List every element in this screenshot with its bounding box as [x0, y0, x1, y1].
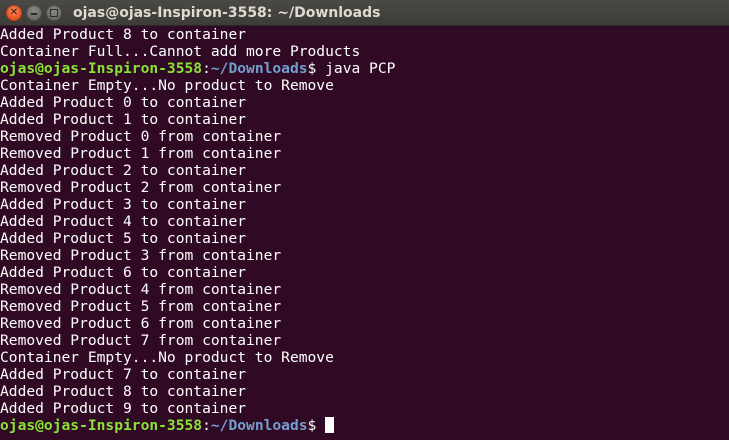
terminal-window: ✕ ojas@ojas-Inspiron-3558: ~/Downloads A…	[0, 0, 729, 440]
output-line: Removed Product 7 from container	[0, 332, 282, 349]
window-title: ojas@ojas-Inspiron-3558: ~/Downloads	[73, 5, 381, 21]
output-line: Added Product 8 to container	[0, 26, 247, 43]
output-line: Removed Product 3 from container	[0, 247, 282, 264]
output-line: Container Full...Cannot add more Product…	[0, 43, 361, 60]
prompt-user-host: ojas@ojas-Inspiron-3558	[0, 417, 203, 434]
output-line: Removed Product 6 from container	[0, 315, 282, 332]
output-line: Added Product 3 to container	[0, 196, 247, 213]
minimize-button[interactable]	[26, 5, 42, 21]
output-line: Added Product 5 to container	[0, 230, 247, 247]
terminal-output[interactable]: Added Product 8 to container Container Fu…	[0, 26, 729, 440]
title-bar[interactable]: ✕ ojas@ojas-Inspiron-3558: ~/Downloads	[0, 0, 729, 26]
maximize-button[interactable]	[46, 5, 62, 21]
output-line: Added Product 8 to container	[0, 383, 247, 400]
prompt-path: ~/Downloads	[210, 417, 308, 434]
output-line: Removed Product 2 from container	[0, 179, 282, 196]
text-cursor	[325, 417, 335, 433]
output-line: Added Product 7 to container	[0, 366, 247, 383]
output-line: Added Product 1 to container	[0, 111, 247, 128]
prompt-path: ~/Downloads	[210, 60, 308, 77]
prompt-user-host: ojas@ojas-Inspiron-3558	[0, 60, 203, 77]
close-icon: ✕	[9, 7, 19, 18]
close-button[interactable]: ✕	[6, 5, 22, 21]
prompt-separator: :	[202, 417, 211, 434]
command-text	[316, 417, 325, 434]
command-text: java PCP	[316, 60, 396, 77]
output-line: Container Empty...No product to Remove	[0, 77, 334, 94]
output-line: Added Product 6 to container	[0, 264, 247, 281]
output-line: Added Product 0 to container	[0, 94, 247, 111]
output-line: Container Empty...No product to Remove	[0, 349, 334, 366]
output-line: Removed Product 1 from container	[0, 145, 282, 162]
output-line: Added Product 2 to container	[0, 162, 247, 179]
output-line: Removed Product 4 from container	[0, 281, 282, 298]
prompt-line: ojas@ojas-Inspiron-3558:~/Downloads$ jav…	[0, 60, 729, 77]
prompt-separator: :	[202, 60, 211, 77]
prompt-line: ojas@ojas-Inspiron-3558:~/Downloads$	[0, 417, 729, 434]
output-line: Removed Product 0 from container	[0, 128, 282, 145]
output-line: Added Product 4 to container	[0, 213, 247, 230]
output-line: Added Product 9 to container	[0, 400, 247, 417]
output-line: Removed Product 5 from container	[0, 298, 282, 315]
